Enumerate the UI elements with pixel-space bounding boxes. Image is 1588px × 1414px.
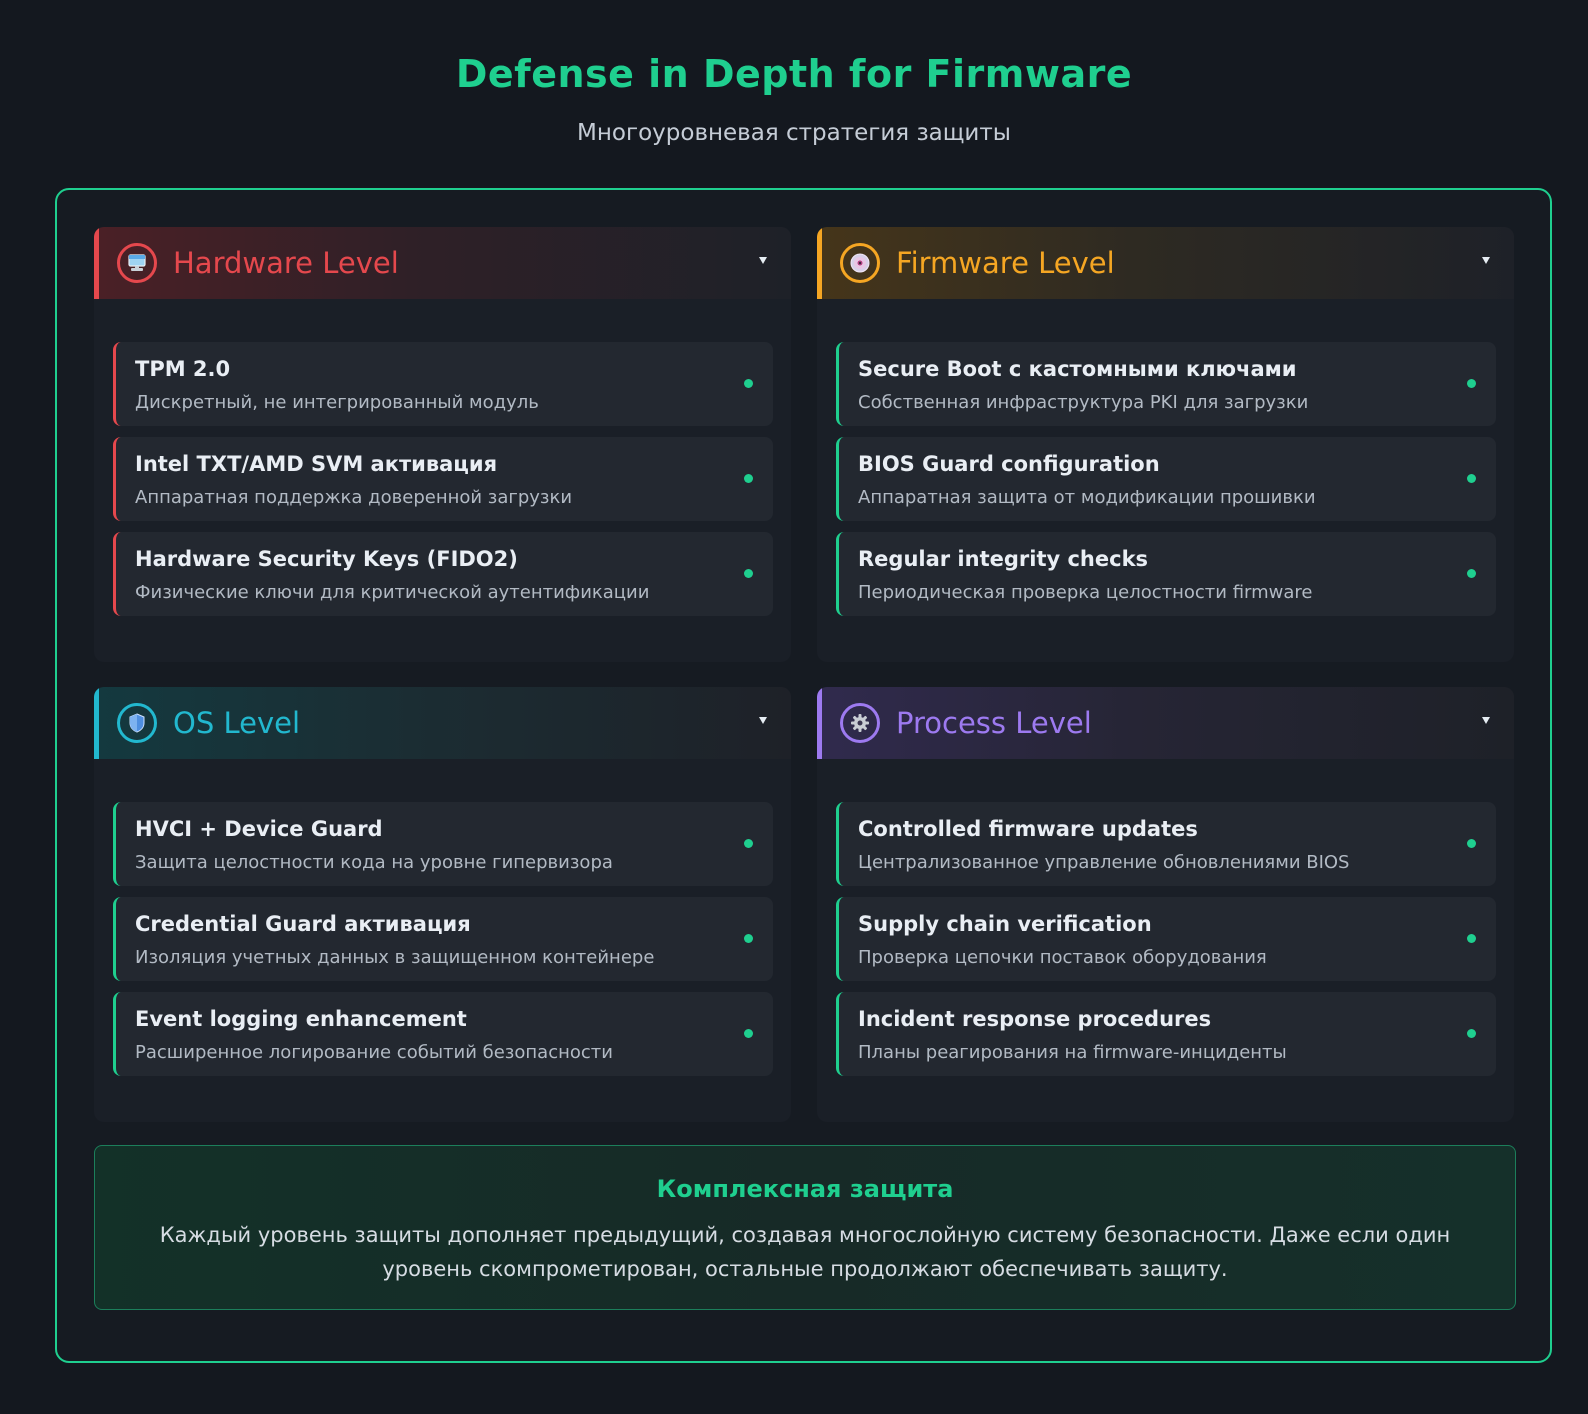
item-title: BIOS Guard configuration bbox=[858, 452, 1160, 476]
chevron-down-icon[interactable] bbox=[759, 257, 767, 264]
header-firmware-level[interactable]: Firmware Level bbox=[817, 227, 1514, 299]
disc-icon bbox=[840, 243, 880, 283]
item-description: Централизованное управление обновлениями… bbox=[858, 852, 1350, 873]
chevron-down-icon[interactable] bbox=[1482, 257, 1490, 264]
item-description: Дискретный, не интегрированный модуль bbox=[135, 392, 539, 413]
panel-firmware-level: Firmware Level Secure Boot с кастомными … bbox=[817, 227, 1514, 662]
status-dot-icon bbox=[1467, 934, 1476, 943]
gear-icon bbox=[840, 703, 880, 743]
chevron-down-icon[interactable] bbox=[759, 717, 767, 724]
item-description: Расширенное логирование событий безопасн… bbox=[135, 1042, 613, 1063]
summary-text: Каждый уровень защиты дополняет предыдущ… bbox=[159, 1223, 1451, 1281]
status-dot-icon bbox=[744, 569, 753, 578]
status-dot-icon bbox=[1467, 569, 1476, 578]
list-item: HVCI + Device Guard Защита целостности к… bbox=[113, 802, 773, 886]
item-description: Аппаратная защита от модификации прошивк… bbox=[858, 487, 1316, 508]
header-os-level[interactable]: OS Level bbox=[94, 687, 791, 759]
list-item: Supply chain verification Проверка цепоч… bbox=[836, 897, 1496, 981]
page-title: Defense in Depth for Firmware bbox=[455, 52, 1133, 96]
item-description: Собственная инфраструктура PKI для загру… bbox=[858, 392, 1309, 413]
item-title: Credential Guard активация bbox=[135, 912, 471, 936]
panel-hardware-level: Hardware Level TPM 2.0 Дискретный, не ин… bbox=[94, 227, 791, 662]
shield-icon bbox=[117, 703, 157, 743]
status-dot-icon bbox=[1467, 1029, 1476, 1038]
item-description: Планы реагирования на firmware-инциденты bbox=[858, 1042, 1287, 1063]
item-title: Regular integrity checks bbox=[858, 547, 1149, 571]
panel-title: Process Level bbox=[896, 706, 1092, 740]
status-dot-icon bbox=[744, 1029, 753, 1038]
chevron-down-icon[interactable] bbox=[1482, 717, 1490, 724]
item-description: Периодическая проверка целостности firmw… bbox=[858, 582, 1313, 603]
item-description: Изоляция учетных данных в защищенном кон… bbox=[135, 947, 655, 968]
list-item: TPM 2.0 Дискретный, не интегрированный м… bbox=[113, 342, 773, 426]
list-item: BIOS Guard configuration Аппаратная защи… bbox=[836, 437, 1496, 521]
item-title: Secure Boot с кастомными ключами bbox=[858, 357, 1297, 381]
list-item: Event logging enhancement Расширенное ло… bbox=[113, 992, 773, 1076]
status-dot-icon bbox=[1467, 474, 1476, 483]
list-item: Credential Guard активация Изоляция учет… bbox=[113, 897, 773, 981]
computer-icon bbox=[117, 243, 157, 283]
page-subtitle: Многоуровневая стратегия защиты bbox=[577, 120, 1011, 146]
status-dot-icon bbox=[744, 474, 753, 483]
summary-title: Комплексная защита bbox=[656, 1175, 954, 1203]
list-item: Intel TXT/AMD SVM активация Аппаратная п… bbox=[113, 437, 773, 521]
list-item: Controlled firmware updates Централизова… bbox=[836, 802, 1496, 886]
panel-os-level: OS Level HVCI + Device Guard Защита цело… bbox=[94, 687, 791, 1122]
item-title: Event logging enhancement bbox=[135, 1007, 467, 1031]
panel-title: Firmware Level bbox=[896, 246, 1115, 280]
item-title: Supply chain verification bbox=[858, 912, 1152, 936]
status-dot-icon bbox=[1467, 379, 1476, 388]
summary-box: Комплексная защита Каждый уровень защиты… bbox=[94, 1145, 1516, 1310]
status-dot-icon bbox=[744, 379, 753, 388]
defense-layers-container: Hardware Level TPM 2.0 Дискретный, не ин… bbox=[55, 188, 1552, 1363]
list-item: Secure Boot с кастомными ключами Собстве… bbox=[836, 342, 1496, 426]
status-dot-icon bbox=[1467, 839, 1476, 848]
status-dot-icon bbox=[744, 934, 753, 943]
status-dot-icon bbox=[744, 839, 753, 848]
item-description: Проверка цепочки поставок оборудования bbox=[858, 947, 1267, 968]
list-item: Regular integrity checks Периодическая п… bbox=[836, 532, 1496, 616]
list-item: Incident response procedures Планы реаги… bbox=[836, 992, 1496, 1076]
list-item: Hardware Security Keys (FIDO2) Физически… bbox=[113, 532, 773, 616]
item-title: Incident response procedures bbox=[858, 1007, 1212, 1031]
item-title: Controlled firmware updates bbox=[858, 817, 1198, 841]
item-description: Защита целостности кода на уровне гиперв… bbox=[135, 852, 613, 873]
panel-title: OS Level bbox=[173, 706, 301, 740]
item-title: HVCI + Device Guard bbox=[135, 817, 383, 841]
item-title: Intel TXT/AMD SVM активация bbox=[135, 452, 498, 476]
item-description: Аппаратная поддержка доверенной загрузки bbox=[135, 487, 573, 508]
header-hardware-level[interactable]: Hardware Level bbox=[94, 227, 791, 299]
item-title: Hardware Security Keys (FIDO2) bbox=[135, 547, 518, 571]
panel-process-level: Process Level Controlled firmware update… bbox=[817, 687, 1514, 1122]
panel-title: Hardware Level bbox=[173, 246, 399, 280]
item-description: Физические ключи для критической аутенти… bbox=[135, 582, 650, 603]
item-title: TPM 2.0 bbox=[135, 357, 231, 381]
header-process-level[interactable]: Process Level bbox=[817, 687, 1514, 759]
